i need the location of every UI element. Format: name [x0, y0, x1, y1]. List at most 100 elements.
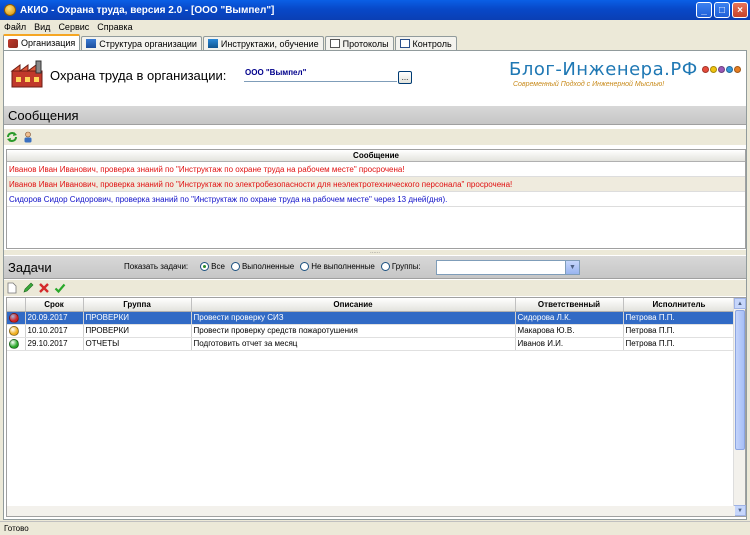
users-icon[interactable] — [22, 131, 34, 143]
org-header: Охрана труда в организации: ООО "Вымпел"… — [4, 51, 746, 101]
filter-label: Показать задачи: — [124, 262, 189, 271]
header-label: Охрана труда в организации: — [50, 68, 227, 83]
date-cell: 10.10.2017 — [25, 324, 84, 338]
new-document-icon[interactable] — [6, 282, 18, 294]
messages-grid: Сообщение Иванов Иван Иванович, проверка… — [6, 149, 746, 249]
blog-logo: Блог-Инженера.РФ Современный Подход с Ин… — [509, 59, 749, 88]
factory-icon — [10, 60, 43, 88]
scroll-up-icon[interactable]: ▲ — [734, 298, 746, 309]
document-icon — [329, 39, 340, 48]
group-cell: ОТЧЕТЫ — [83, 337, 192, 351]
message-row[interactable]: Иванов Иван Иванович, проверка знаний по… — [7, 177, 745, 192]
status-text: Готово — [4, 524, 29, 533]
tab-label: Контроль — [412, 38, 452, 49]
description-cell: Провести проверку средств пожаротушения — [191, 324, 516, 338]
table-row[interactable]: 10.10.2017 ПРОВЕРКИ Провести проверку ср… — [7, 324, 736, 338]
col-date[interactable]: Срок — [25, 298, 84, 312]
tab-instructions[interactable]: Инструктажи, обучение — [202, 36, 324, 50]
executor-cell: Петрова П.П. — [623, 311, 736, 325]
description-cell: Провести проверку СИЗ — [191, 311, 516, 325]
tasks-toolbar — [4, 280, 746, 296]
status-red-icon — [9, 312, 19, 323]
minimize-button[interactable]: _ — [696, 2, 712, 18]
tab-label: Структура организации — [99, 38, 197, 49]
menu-bar: Файл Вид Сервис Справка — [0, 20, 750, 33]
window-title: АКИО - Охрана труда, версия 2.0 - [ООО "… — [20, 4, 275, 16]
col-status[interactable] — [7, 298, 26, 312]
executor-cell: Петрова П.П. — [623, 337, 736, 351]
refresh-icon[interactable] — [6, 131, 18, 143]
filter-groups-label: Группы: — [391, 262, 421, 271]
maximize-button[interactable]: □ — [714, 2, 730, 18]
close-button[interactable]: × — [732, 2, 748, 18]
status-green-icon — [9, 338, 19, 349]
logo-text: Блог-Инженера.РФ — [509, 59, 698, 80]
col-responsible[interactable]: Ответственный — [515, 298, 624, 312]
responsible-cell: Сидорова Л.К. — [515, 311, 624, 325]
messages-column-header[interactable]: Сообщение — [7, 150, 745, 162]
group-cell: ПРОВЕРКИ — [83, 324, 192, 338]
tab-structure[interactable]: Структура организации — [81, 36, 202, 50]
tasks-table: Срок Группа Описание Ответственный Испол… — [7, 298, 736, 351]
tasks-grid: Срок Группа Описание Ответственный Испол… — [6, 297, 746, 517]
browse-organization-button[interactable]: ... — [398, 71, 412, 84]
menu-service[interactable]: Сервис — [58, 22, 89, 32]
message-row[interactable]: Иванов Иван Иванович, проверка знаний по… — [7, 162, 745, 177]
description-cell: Подготовить отчет за месяц — [191, 337, 516, 351]
checkmark-icon[interactable] — [54, 282, 66, 294]
tab-label: Организация — [21, 38, 76, 48]
filter-done-radio[interactable] — [230, 262, 240, 271]
col-executor[interactable]: Исполнитель — [623, 298, 736, 312]
organization-field[interactable]: ООО "Вымпел" — [244, 68, 397, 82]
wrench-icon — [8, 38, 18, 48]
message-row[interactable]: Сидоров Сидор Сидорович, проверка знаний… — [7, 192, 745, 207]
messages-header: Сообщения — [4, 105, 746, 125]
chevron-down-icon[interactable]: ▼ — [565, 261, 579, 274]
menu-view[interactable]: Вид — [34, 22, 50, 32]
messages-toolbar — [4, 129, 746, 145]
col-group[interactable]: Группа — [83, 298, 192, 312]
executor-cell: Петрова П.П. — [623, 324, 736, 338]
date-cell: 20.09.2017 — [25, 311, 84, 325]
tab-strip: Организация Структура организации Инстру… — [0, 34, 750, 50]
filter-not-done-radio[interactable] — [300, 262, 310, 271]
edit-pencil-icon[interactable] — [22, 282, 34, 294]
scroll-thumb[interactable] — [735, 310, 745, 450]
table-row[interactable]: 29.10.2017 ОТЧЕТЫ Подготовить отчет за м… — [7, 337, 736, 351]
menu-file[interactable]: Файл — [4, 22, 26, 32]
tab-label: Инструктажи, обучение — [220, 38, 319, 49]
tab-label: Протоколы — [342, 38, 389, 49]
col-description[interactable]: Описание — [191, 298, 516, 312]
date-cell: 29.10.2017 — [25, 337, 84, 351]
table-row[interactable]: 20.09.2017 ПРОВЕРКИ Провести проверку СИ… — [7, 311, 736, 325]
status-cell — [7, 337, 26, 351]
app-icon — [4, 4, 16, 16]
responsible-cell: Иванов И.И. — [515, 337, 624, 351]
task-filter: Показать задачи: Все Выполненные Не выпо… — [124, 262, 421, 271]
messages-title: Сообщения — [8, 107, 79, 123]
logo-slogan: Современный Подход с Инженерной Мыслью! — [513, 81, 665, 88]
tab-protocols[interactable]: Протоколы — [324, 36, 394, 50]
responsible-cell: Макарова Ю.В. — [515, 324, 624, 338]
delete-icon[interactable] — [38, 282, 50, 294]
menu-help[interactable]: Справка — [97, 22, 132, 32]
tasks-header: Задачи Показать задачи: Все Выполненные … — [4, 255, 746, 279]
filter-all-label: Все — [211, 262, 225, 271]
status-cell — [7, 324, 26, 338]
filter-not-done-label: Не выполненные — [311, 262, 375, 271]
horizontal-scrollbar[interactable] — [7, 506, 735, 516]
filter-all-radio[interactable] — [200, 262, 210, 271]
logo-dots-icon — [701, 66, 741, 73]
hierarchy-icon — [86, 39, 97, 48]
tab-organization[interactable]: Организация — [3, 34, 81, 50]
scroll-down-icon[interactable]: ▼ — [734, 505, 746, 516]
group-cell: ПРОВЕРКИ — [83, 311, 192, 325]
filter-groups-radio[interactable] — [380, 262, 390, 271]
vertical-scrollbar[interactable]: ▲ ▼ — [733, 298, 746, 516]
tasks-header-row: Срок Группа Описание Ответственный Испол… — [7, 298, 736, 312]
tab-control[interactable]: Контроль — [394, 36, 457, 50]
groups-select[interactable]: ▼ — [436, 260, 580, 275]
book-icon — [207, 39, 218, 48]
status-yellow-icon — [9, 325, 19, 336]
tab-content: Охрана труда в организации: ООО "Вымпел"… — [3, 50, 747, 520]
